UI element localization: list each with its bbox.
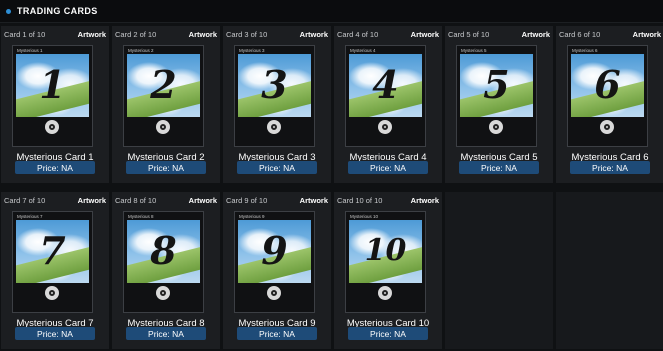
trading-card-image[interactable]: Mysterious 9 9 — [234, 211, 315, 313]
price-button[interactable]: Price: NA — [237, 327, 317, 340]
card-number: 9 — [261, 228, 288, 273]
trading-card-image[interactable]: Mysterious 4 4 — [345, 45, 426, 147]
artwork-link[interactable]: Artwork — [189, 30, 217, 40]
card-artwork: 10 — [349, 220, 422, 283]
card-index-label: Card 1 of 10 — [4, 30, 46, 39]
card-cell: Card 10 of 10 Artwork Mysterious 10 10 M… — [334, 192, 442, 349]
card-index-label: Card 4 of 10 — [337, 30, 379, 39]
artwork-link[interactable]: Artwork — [300, 30, 328, 40]
steam-logo-icon — [45, 286, 59, 300]
trading-card-image[interactable]: Mysterious 8 8 — [123, 211, 204, 313]
price-button[interactable]: Price: NA — [570, 161, 650, 174]
price-button[interactable]: Price: NA — [348, 327, 428, 340]
empty-cell — [556, 192, 663, 349]
card-cell: Card 4 of 10 Artwork Mysterious 4 4 Myst… — [334, 26, 442, 183]
section-title: TRADING CARDS — [17, 6, 98, 16]
artwork-link[interactable]: Artwork — [411, 196, 439, 206]
steam-logo-icon — [267, 286, 281, 300]
card-artwork: 5 — [460, 54, 533, 117]
price-button[interactable]: Price: NA — [459, 161, 539, 174]
price-button[interactable]: Price: NA — [126, 327, 206, 340]
card-artwork: 6 — [571, 54, 644, 117]
price-button[interactable]: Price: NA — [126, 161, 206, 174]
card-number: 10 — [364, 233, 407, 268]
card-small-name: Mysterious 6 — [572, 48, 598, 53]
card-number: 6 — [594, 62, 621, 107]
card-cell: Card 1 of 10 Artwork Mysterious 1 1 Myst… — [1, 26, 109, 183]
price-button[interactable]: Price: NA — [348, 161, 428, 174]
card-index-label: Card 8 of 10 — [115, 196, 157, 205]
price-button[interactable]: Price: NA — [15, 327, 95, 340]
trading-card-image[interactable]: Mysterious 5 5 — [456, 45, 537, 147]
card-index-label: Card 2 of 10 — [115, 30, 157, 39]
steam-logo-icon — [600, 120, 614, 134]
artwork-link[interactable]: Artwork — [189, 196, 217, 206]
card-small-name: Mysterious 2 — [128, 48, 154, 53]
card-artwork: 7 — [16, 220, 89, 283]
card-small-name: Mysterious 3 — [239, 48, 265, 53]
bullet-icon — [6, 8, 11, 14]
section-header: TRADING CARDS — [0, 0, 663, 23]
card-number: 5 — [483, 62, 510, 107]
artwork-link[interactable]: Artwork — [411, 30, 439, 40]
card-artwork: 8 — [127, 220, 200, 283]
steam-logo-icon — [45, 120, 59, 134]
card-cell: Card 8 of 10 Artwork Mysterious 8 8 Myst… — [112, 192, 220, 349]
card-number: 2 — [150, 62, 177, 107]
card-small-name: Mysterious 10 — [350, 214, 379, 219]
card-small-name: Mysterious 5 — [461, 48, 487, 53]
trading-card-image[interactable]: Mysterious 2 2 — [123, 45, 204, 147]
artwork-link[interactable]: Artwork — [300, 196, 328, 206]
artwork-link[interactable]: Artwork — [633, 30, 661, 40]
steam-logo-icon — [378, 286, 392, 300]
card-artwork: 2 — [127, 54, 200, 117]
trading-card-image[interactable]: Mysterious 7 7 — [12, 211, 93, 313]
card-artwork: 1 — [16, 54, 89, 117]
card-index-label: Card 9 of 10 — [226, 196, 268, 205]
card-small-name: Mysterious 7 — [17, 214, 43, 219]
steam-logo-icon — [156, 120, 170, 134]
card-small-name: Mysterious 1 — [17, 48, 43, 53]
artwork-link[interactable]: Artwork — [522, 30, 550, 40]
card-number: 7 — [39, 228, 66, 273]
artwork-link[interactable]: Artwork — [78, 30, 106, 40]
card-cell: Card 6 of 10 Artwork Mysterious 6 6 Myst… — [556, 26, 663, 183]
trading-card-image[interactable]: Mysterious 6 6 — [567, 45, 648, 147]
card-cell: Card 7 of 10 Artwork Mysterious 7 7 Myst… — [1, 192, 109, 349]
card-number: 1 — [39, 62, 66, 107]
card-index-label: Card 5 of 10 — [448, 30, 490, 39]
card-small-name: Mysterious 4 — [350, 48, 376, 53]
steam-logo-icon — [267, 120, 281, 134]
card-cell: Card 2 of 10 Artwork Mysterious 2 2 Myst… — [112, 26, 220, 183]
artwork-link[interactable]: Artwork — [78, 196, 106, 206]
card-artwork: 9 — [238, 220, 311, 283]
steam-logo-icon — [378, 120, 392, 134]
card-index-label: Card 10 of 10 — [337, 196, 383, 205]
price-button[interactable]: Price: NA — [15, 161, 95, 174]
card-cell: Card 9 of 10 Artwork Mysterious 9 9 Myst… — [223, 192, 331, 349]
card-cell: Card 3 of 10 Artwork Mysterious 3 3 Myst… — [223, 26, 331, 183]
trading-card-image[interactable]: Mysterious 1 1 — [12, 45, 93, 147]
price-button[interactable]: Price: NA — [237, 161, 317, 174]
card-index-label: Card 7 of 10 — [4, 196, 46, 205]
card-number: 8 — [150, 228, 177, 273]
steam-logo-icon — [489, 120, 503, 134]
card-index-label: Card 6 of 10 — [559, 30, 601, 39]
card-number: 4 — [372, 62, 399, 107]
card-artwork: 4 — [349, 54, 422, 117]
card-small-name: Mysterious 8 — [128, 214, 154, 219]
empty-cell — [445, 192, 553, 349]
trading-card-image[interactable]: Mysterious 10 10 — [345, 211, 426, 313]
steam-logo-icon — [156, 286, 170, 300]
card-artwork: 3 — [238, 54, 311, 117]
card-small-name: Mysterious 9 — [239, 214, 265, 219]
card-cell: Card 5 of 10 Artwork Mysterious 5 5 Myst… — [445, 26, 553, 183]
card-number: 3 — [261, 62, 288, 107]
trading-card-image[interactable]: Mysterious 3 3 — [234, 45, 315, 147]
card-index-label: Card 3 of 10 — [226, 30, 268, 39]
